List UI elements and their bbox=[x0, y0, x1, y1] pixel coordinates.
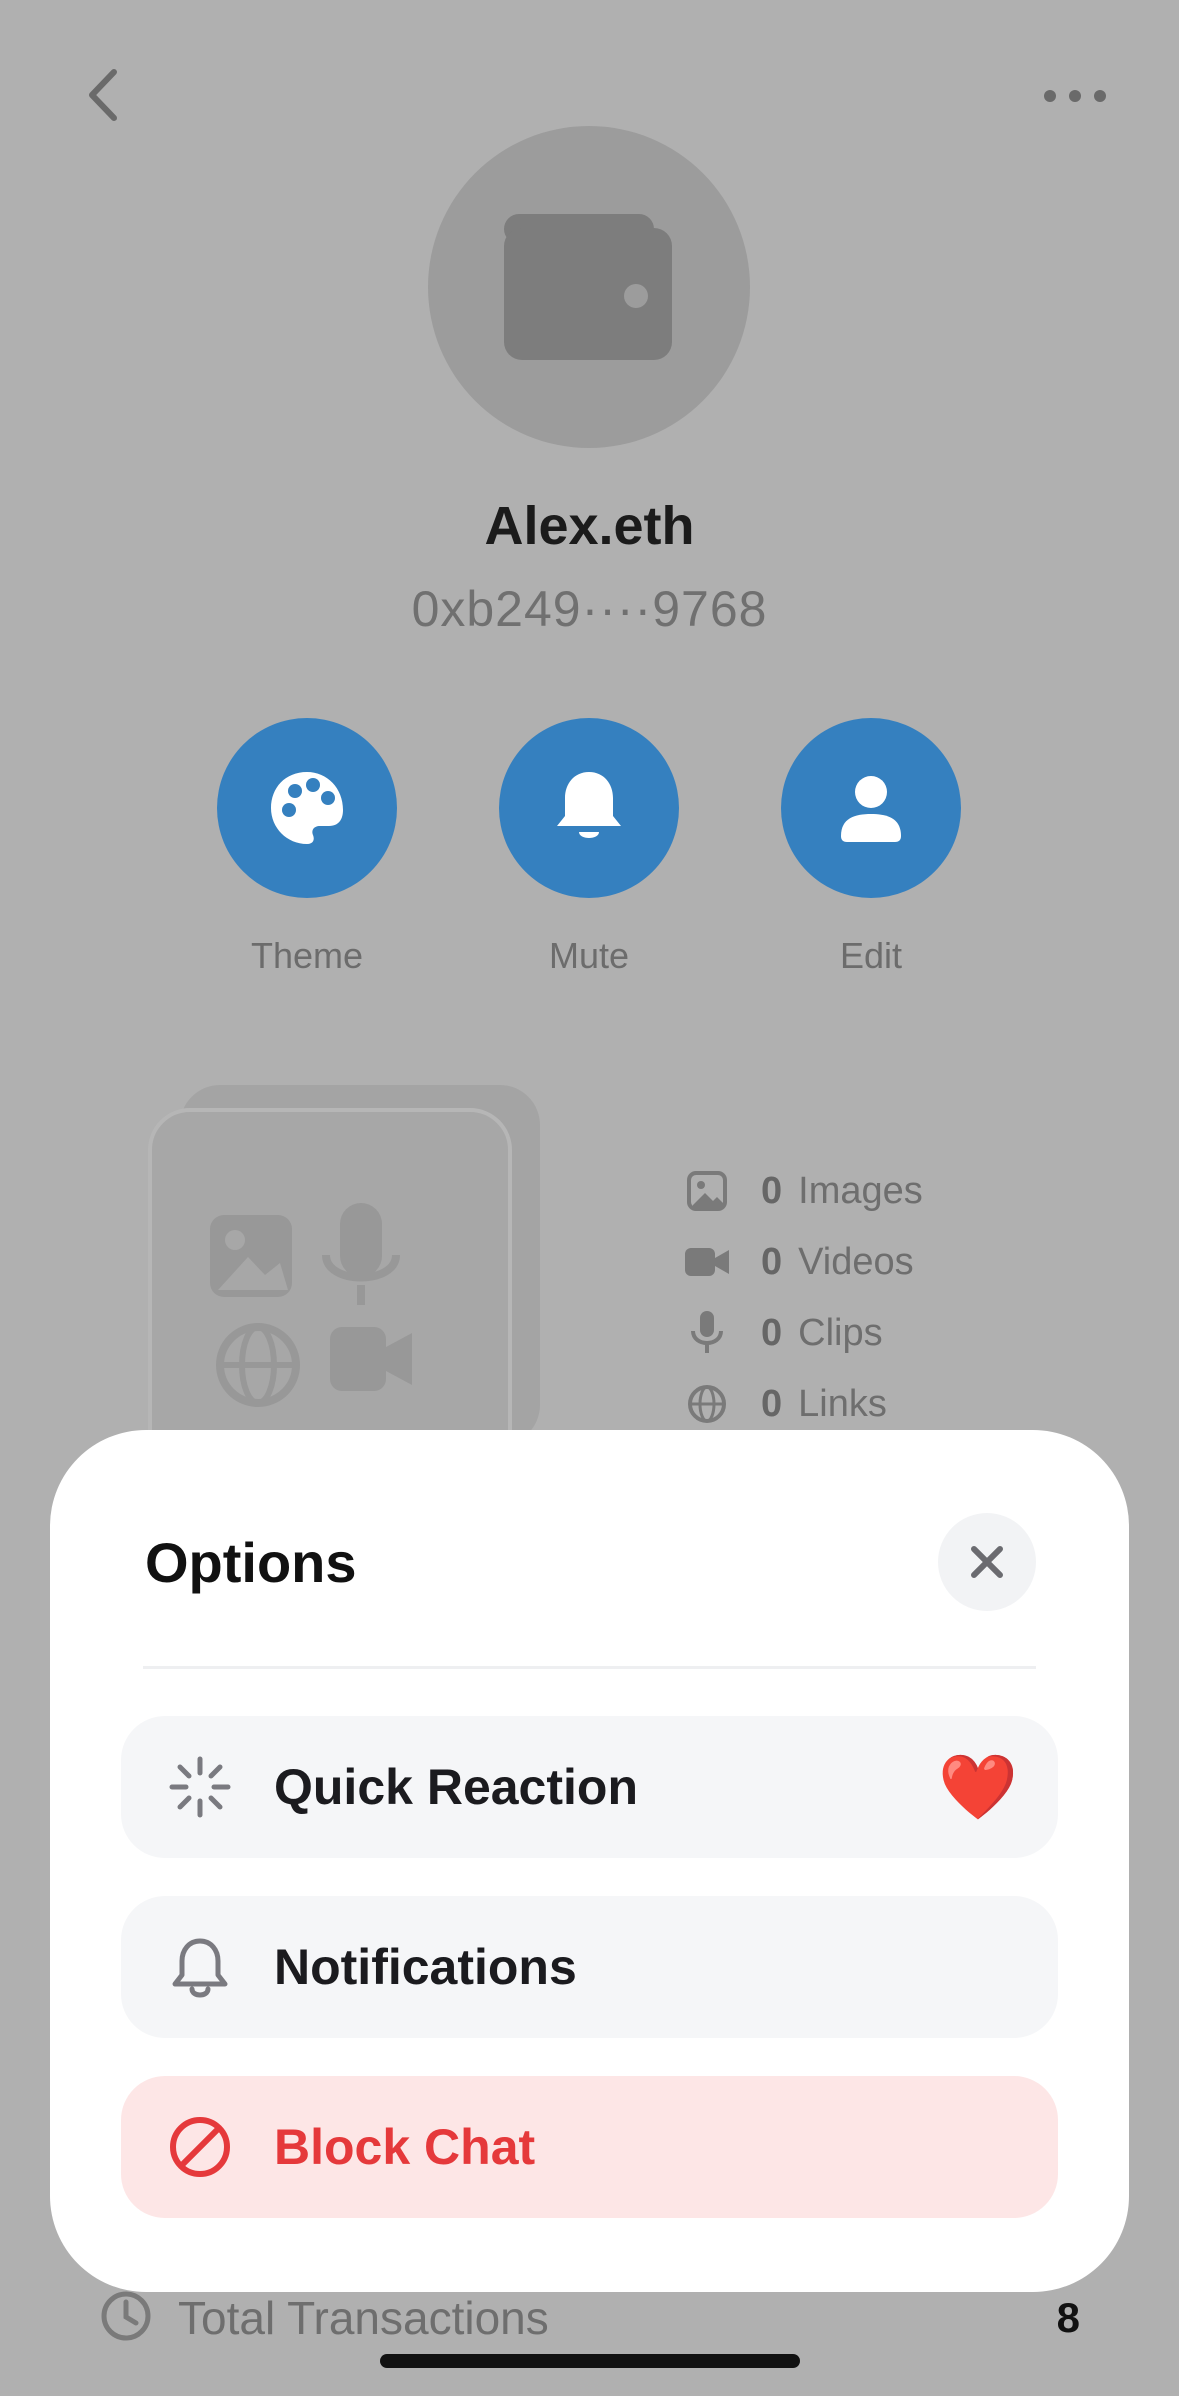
more-dots-icon bbox=[1044, 90, 1106, 102]
chevron-left-icon bbox=[89, 69, 117, 121]
clips-count: 0 bbox=[761, 1311, 783, 1354]
more-button[interactable] bbox=[1040, 78, 1110, 114]
images-count: 0 bbox=[761, 1169, 783, 1212]
palette-icon bbox=[271, 772, 343, 844]
quick-reaction-option[interactable]: Quick Reaction ❤️ bbox=[121, 1716, 1058, 1858]
notifications-option[interactable]: Notifications bbox=[121, 1896, 1058, 2038]
links-stat: 0 Links bbox=[685, 1379, 887, 1429]
globe-icon bbox=[685, 1382, 729, 1426]
media-illustration bbox=[130, 1085, 590, 1472]
sheet-title: Options bbox=[145, 1531, 357, 1594]
microphone-icon bbox=[685, 1311, 729, 1355]
block-chat-label: Block Chat bbox=[274, 2119, 536, 2175]
block-chat-option[interactable]: Block Chat bbox=[121, 2076, 1058, 2218]
close-button[interactable] bbox=[938, 1513, 1036, 1611]
block-icon bbox=[166, 2113, 234, 2181]
sheet-divider bbox=[143, 1666, 1036, 1669]
wallet-icon bbox=[504, 214, 672, 360]
images-stat: 0 Images bbox=[685, 1166, 923, 1216]
options-sheet: Options Quick Reaction ❤️ Notifications … bbox=[50, 1430, 1129, 2292]
heart-emoji: ❤️ bbox=[938, 1750, 1018, 1823]
close-icon bbox=[971, 1546, 1003, 1578]
wallet-address[interactable]: 0xb249····9768 bbox=[0, 580, 1179, 638]
total-transactions-value: 8 bbox=[1056, 2294, 1080, 2341]
sparkle-loader-icon bbox=[166, 1753, 234, 1821]
image-icon bbox=[685, 1169, 729, 1213]
links-label: Links bbox=[798, 1382, 887, 1425]
profile-name: Alex.eth bbox=[484, 496, 695, 556]
clock-icon bbox=[100, 2290, 152, 2347]
notifications-label: Notifications bbox=[274, 1939, 577, 1995]
edit-label: Edit bbox=[839, 935, 903, 976]
videos-count: 0 bbox=[761, 1240, 783, 1283]
theme-button[interactable] bbox=[217, 718, 397, 898]
mute-button[interactable] bbox=[499, 718, 679, 898]
person-icon bbox=[841, 776, 901, 842]
total-transactions-label: Total Transactions bbox=[178, 2292, 549, 2344]
bell-outline-icon bbox=[166, 1933, 234, 2001]
clips-label: Clips bbox=[798, 1311, 883, 1354]
bell-icon bbox=[557, 772, 621, 838]
links-count: 0 bbox=[761, 1382, 783, 1425]
theme-label: Theme bbox=[250, 935, 364, 976]
total-transactions-row[interactable]: Total Transactions 8 bbox=[100, 2288, 1080, 2348]
videos-stat: 0 Videos bbox=[685, 1237, 914, 1287]
avatar bbox=[428, 126, 750, 448]
home-indicator bbox=[380, 2354, 800, 2368]
edit-button[interactable] bbox=[781, 718, 961, 898]
images-label: Images bbox=[798, 1169, 923, 1212]
back-button[interactable] bbox=[70, 60, 140, 130]
mute-label: Mute bbox=[548, 935, 630, 976]
video-icon bbox=[685, 1240, 729, 1284]
clips-stat: 0 Clips bbox=[685, 1308, 883, 1358]
quick-reaction-label: Quick Reaction bbox=[274, 1759, 638, 1815]
videos-label: Videos bbox=[798, 1240, 914, 1283]
